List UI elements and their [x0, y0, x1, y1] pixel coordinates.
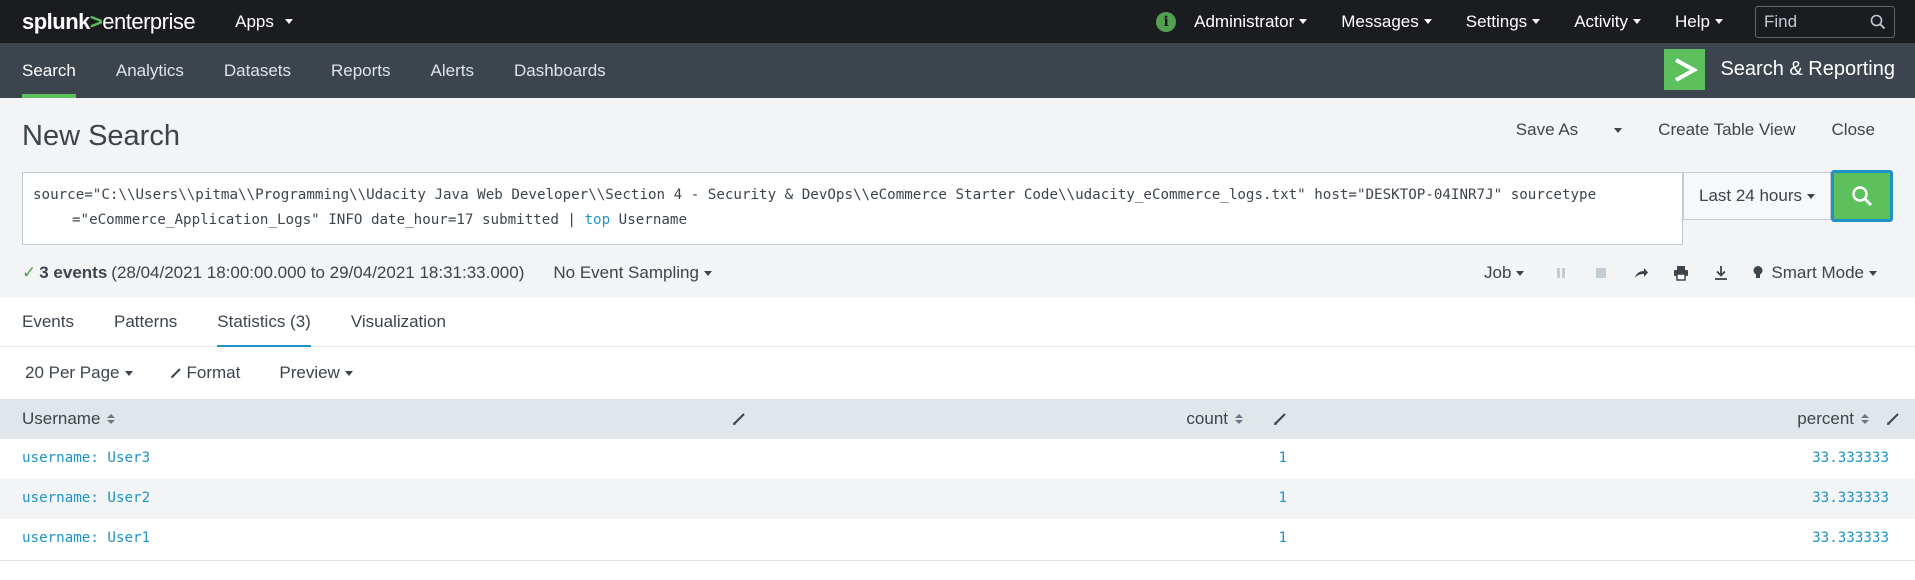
administrator-menu[interactable]: Administrator — [1194, 12, 1308, 32]
caret-down-icon — [1807, 193, 1815, 199]
count-cell[interactable]: 1 — [1278, 490, 1287, 506]
preview-menu[interactable]: Preview — [279, 363, 353, 383]
close-button[interactable]: Close — [1832, 120, 1875, 140]
caret-down-icon — [703, 271, 712, 277]
nav-alerts[interactable]: Alerts — [431, 43, 474, 98]
tab-statistics[interactable]: Statistics (3) — [217, 297, 311, 348]
column-edit-icon[interactable] — [1886, 412, 1900, 426]
settings-menu[interactable]: Settings — [1466, 12, 1541, 32]
lightbulb-icon — [1753, 266, 1763, 278]
percent-cell[interactable]: 33.333333 — [1812, 490, 1889, 506]
username-cell[interactable]: username: User2 — [22, 490, 150, 506]
export-icon[interactable] — [1712, 264, 1730, 282]
create-table-view-button[interactable]: Create Table View — [1658, 120, 1795, 140]
find-box — [1755, 5, 1895, 38]
percent-cell[interactable]: 33.333333 — [1812, 530, 1889, 546]
check-icon: ✓ — [22, 263, 37, 282]
app-logo-icon — [1664, 49, 1706, 90]
table-divider — [0, 560, 1915, 561]
caret-down-icon — [1614, 128, 1623, 134]
print-icon[interactable] — [1672, 264, 1690, 282]
caret-down-icon — [1299, 19, 1308, 24]
save-as-button[interactable]: Save As — [1480, 120, 1623, 140]
table-row: username: User2 1 33.333333 — [0, 479, 1915, 519]
per-page-menu[interactable]: 20 Per Page — [25, 363, 133, 383]
table-header: Username count percent — [0, 399, 1915, 439]
search-button[interactable] — [1831, 170, 1893, 222]
caret-down-icon — [1532, 19, 1541, 24]
help-menu[interactable]: Help — [1675, 12, 1723, 32]
nav-datasets[interactable]: Datasets — [224, 43, 291, 98]
pencil-icon — [170, 368, 181, 378]
caret-down-icon — [284, 19, 293, 24]
caret-down-icon — [344, 370, 353, 376]
messages-menu[interactable]: Messages — [1341, 12, 1432, 32]
job-menu[interactable]: Job — [1484, 263, 1525, 283]
format-button[interactable]: Format — [170, 363, 240, 383]
job-status: ✓ 3 events (28/04/2021 18:00:00.000 to 2… — [22, 263, 712, 283]
username-cell[interactable]: username: User1 — [22, 530, 150, 546]
column-header-count[interactable]: count — [1186, 399, 1243, 439]
time-range-text: (28/04/2021 18:00:00.000 to 29/04/2021 1… — [111, 263, 525, 282]
sort-icon — [1861, 414, 1869, 424]
result-tabs: Events Patterns Statistics (3) Visualiza… — [0, 297, 1915, 348]
nav-search[interactable]: Search — [22, 43, 76, 98]
tab-visualization[interactable]: Visualization — [351, 297, 446, 347]
caret-down-icon — [1869, 270, 1877, 276]
nav-analytics[interactable]: Analytics — [116, 43, 184, 98]
table-toolbar: 20 Per Page Format Preview — [0, 347, 1915, 399]
page-title: New Search — [22, 120, 180, 152]
count-cell[interactable]: 1 — [1278, 530, 1287, 546]
event-sampling-menu[interactable]: No Event Sampling — [553, 263, 712, 283]
splunk-logo[interactable]: splunk > enterprise — [22, 9, 196, 35]
job-controls: Job Smart Mode — [1484, 263, 1877, 283]
caret-down-icon — [1633, 19, 1642, 24]
table-row: username: User1 1 33.333333 — [0, 519, 1915, 559]
caret-down-icon — [1715, 19, 1723, 24]
percent-cell[interactable]: 33.333333 — [1812, 450, 1889, 466]
app-title[interactable]: Search & Reporting — [1664, 49, 1895, 90]
sort-icon — [107, 414, 116, 424]
caret-down-icon — [124, 370, 133, 376]
nav-dashboards[interactable]: Dashboards — [514, 43, 606, 98]
stop-icon[interactable] — [1592, 264, 1610, 282]
column-header-username[interactable]: Username — [22, 399, 116, 439]
search-icon — [1852, 186, 1872, 206]
caret-down-icon — [1516, 271, 1525, 277]
tab-events[interactable]: Events — [22, 297, 74, 347]
event-count: 3 events — [39, 263, 108, 282]
caret-down-icon — [1423, 19, 1432, 24]
search-header: New Search Save As Create Table View Clo… — [0, 98, 1915, 297]
find-input[interactable] — [1764, 11, 1864, 32]
app-nav: Search Analytics Datasets Reports Alerts… — [22, 43, 646, 98]
username-cell[interactable]: username: User3 — [22, 450, 150, 466]
info-icon[interactable]: i — [1156, 11, 1177, 32]
search-query-input[interactable]: source="C:\\Users\\pitma\\Programming\\U… — [22, 172, 1683, 245]
search-icon[interactable] — [1870, 14, 1886, 30]
time-range-picker[interactable]: Last 24 hours — [1683, 172, 1831, 220]
apps-menu[interactable]: Apps — [235, 12, 293, 32]
share-icon[interactable] — [1632, 264, 1650, 282]
pause-icon[interactable] — [1552, 264, 1570, 282]
column-edit-icon[interactable] — [732, 412, 746, 426]
sort-icon — [1235, 414, 1243, 424]
app-bar: Search Analytics Datasets Reports Alerts… — [0, 43, 1915, 98]
column-edit-icon[interactable] — [1273, 412, 1287, 426]
table-row: username: User3 1 33.333333 — [0, 439, 1915, 479]
count-cell[interactable]: 1 — [1278, 450, 1287, 466]
column-header-percent[interactable]: percent — [1797, 399, 1869, 439]
tab-patterns[interactable]: Patterns — [114, 297, 177, 347]
search-mode-menu[interactable]: Smart Mode — [1752, 263, 1877, 283]
top-bar: splunk > enterprise Apps i Administrator M… — [0, 0, 1915, 43]
nav-reports[interactable]: Reports — [331, 43, 391, 98]
activity-menu[interactable]: Activity — [1574, 12, 1642, 32]
